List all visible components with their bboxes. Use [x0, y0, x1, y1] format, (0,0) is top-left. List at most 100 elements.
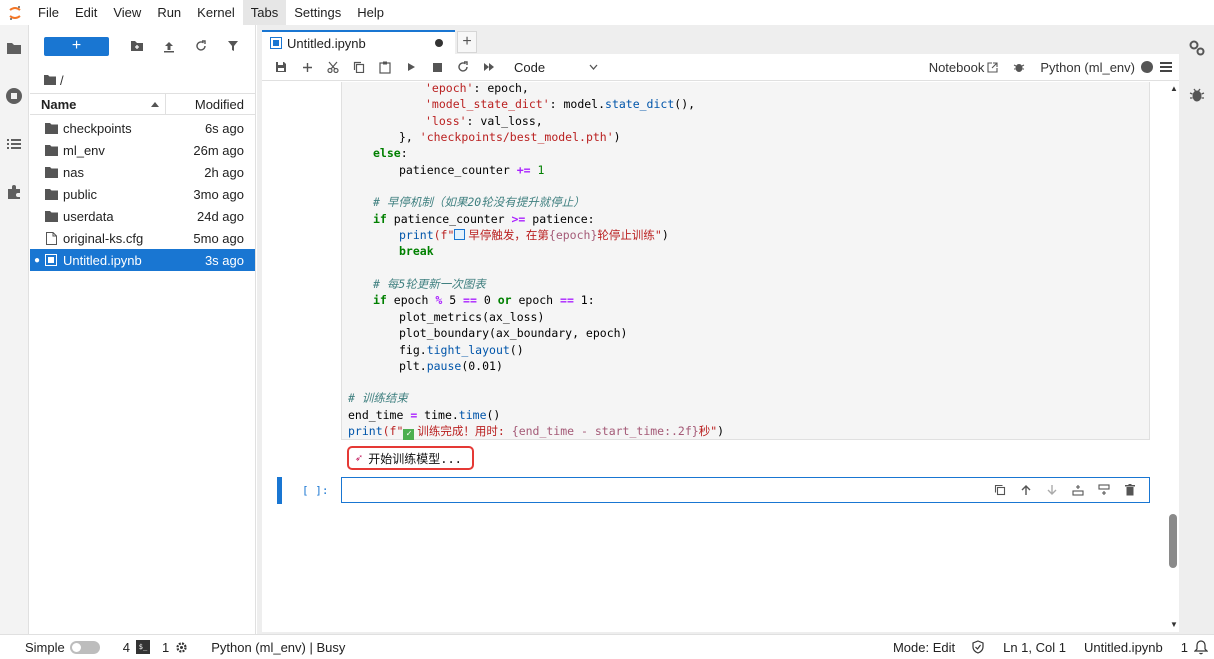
insert-cell-icon[interactable] — [294, 55, 320, 79]
current-file-name: Untitled.ipynb — [1083, 639, 1163, 655]
menu-view[interactable]: View — [105, 0, 149, 25]
folder-icon — [44, 188, 58, 200]
file-row[interactable]: checkpoints 6s ago — [30, 117, 255, 139]
file-modified: 2h ago — [204, 164, 244, 180]
code-comment: # 早停机制（如果20轮没有提升就停止） — [373, 195, 585, 209]
new-launcher-button[interactable]: + — [44, 36, 109, 56]
file-modified: 24d ago — [197, 208, 244, 224]
add-tab-button[interactable]: + — [457, 31, 477, 53]
file-row[interactable]: userdata 24d ago — [30, 205, 255, 227]
notebook-icon — [270, 37, 282, 49]
extensions-icon[interactable] — [4, 182, 24, 202]
file-row[interactable]: ml_env 26m ago — [30, 139, 255, 161]
terminals-count-label: 4 — [122, 639, 130, 655]
menu-help[interactable]: Help — [349, 0, 392, 25]
cut-icon[interactable] — [320, 55, 346, 79]
save-icon[interactable] — [268, 55, 294, 79]
simple-mode-toggle[interactable] — [69, 640, 100, 654]
running-icon[interactable] — [4, 86, 24, 106]
debugger-icon[interactable] — [1006, 55, 1032, 79]
insert-below-icon[interactable] — [1091, 481, 1117, 499]
mode-indicator: Mode: Edit — [892, 639, 956, 655]
kernel-name-button[interactable]: Python (ml_env) — [1040, 60, 1135, 75]
paste-icon[interactable] — [372, 55, 398, 79]
input-prompt: [ ]: — [302, 484, 329, 497]
stop-icon[interactable] — [424, 55, 450, 79]
file-name: nas — [63, 164, 84, 180]
code-line: }, 'checkpoints/best_model.pth') — [399, 130, 621, 144]
menu-file[interactable]: File — [30, 0, 67, 25]
kernel-gear-icon — [176, 641, 187, 653]
menu-settings[interactable]: Settings — [286, 0, 349, 25]
menu-icon[interactable] — [1153, 55, 1179, 79]
breadcrumb-path: / — [60, 72, 64, 88]
debugger-bug-icon[interactable] — [1188, 86, 1206, 104]
property-inspector-gears-icon[interactable] — [1188, 39, 1206, 57]
run-icon[interactable] — [398, 55, 424, 79]
copy-icon[interactable] — [346, 55, 372, 79]
output-text: 开始训练模型... — [368, 451, 462, 466]
kernels-count[interactable]: 1 — [162, 640, 188, 655]
code-line: plot_metrics(ax_loss) — [399, 310, 545, 324]
folder-icon — [44, 75, 56, 85]
file-row[interactable]: original-ks.cfg 5mo ago — [30, 227, 255, 249]
folder-icon — [44, 144, 58, 156]
file-row[interactable]: public 3mo ago — [30, 183, 255, 205]
open-in-notebook-link[interactable]: Notebook — [929, 60, 999, 75]
blue-square-emoji-icon — [454, 229, 466, 240]
file-name: userdata — [63, 208, 114, 224]
terminal-icon: $_ — [135, 640, 150, 654]
code-line: patience_counter += 1 — [399, 163, 545, 177]
upload-icon[interactable] — [153, 36, 185, 56]
folder-icon[interactable] — [4, 38, 24, 58]
bell-icon[interactable] — [1194, 639, 1208, 655]
column-header-name[interactable]: Name — [30, 94, 166, 114]
code-line: plt.pause(0.01) — [399, 359, 503, 373]
move-up-icon[interactable] — [1013, 481, 1039, 499]
filter-icon[interactable] — [217, 36, 249, 56]
folder-icon — [44, 122, 58, 134]
duplicate-cell-icon[interactable] — [987, 481, 1013, 499]
breadcrumb[interactable]: / — [30, 67, 255, 93]
vertical-scrollbar-thumb[interactable] — [1169, 514, 1177, 568]
move-down-icon[interactable] — [1039, 481, 1065, 499]
new-folder-icon[interactable] — [121, 36, 153, 56]
unsaved-dot-icon[interactable] — [430, 34, 448, 52]
menu-tabs[interactable]: Tabs — [242, 0, 287, 25]
menu-kernel[interactable]: Kernel — [189, 0, 243, 25]
fast-forward-icon[interactable] — [476, 55, 502, 79]
green-check-emoji-icon: ✓ — [403, 429, 415, 440]
notebook-link-label: Notebook — [928, 59, 985, 75]
code-cell-editor[interactable]: 'epoch': epoch, 'model_state_dict': mode… — [341, 82, 1150, 440]
code-line: 'loss': val_loss, — [425, 114, 543, 128]
kernel-status[interactable]: Python (ml_env) | Busy — [211, 640, 345, 655]
menu-edit[interactable]: Edit — [67, 0, 105, 25]
file-name: ml_env — [63, 142, 105, 158]
column-name-label: Name — [41, 96, 77, 112]
file-row[interactable]: ● Untitled.ipynb 3s ago — [30, 249, 255, 271]
column-header-modified[interactable]: Modified — [166, 97, 255, 112]
empty-code-cell[interactable] — [341, 477, 1150, 503]
code-line: break — [399, 244, 434, 258]
menu-run[interactable]: Run — [149, 0, 189, 25]
table-of-contents-icon[interactable] — [4, 134, 24, 154]
cell-type-dropdown[interactable]: Code — [514, 56, 598, 78]
file-modified: 6s ago — [204, 120, 244, 136]
main-dock-panel: Untitled.ipynb + Code Notebook Python (m… — [257, 25, 1214, 634]
insert-above-icon[interactable] — [1065, 481, 1091, 499]
cursor-position[interactable]: Ln 1, Col 1 — [1003, 640, 1066, 655]
file-modified: 5mo ago — [193, 230, 244, 246]
restart-icon[interactable] — [450, 55, 476, 79]
file-row[interactable]: nas 2h ago — [30, 161, 255, 183]
tab-untitled-ipynb[interactable]: Untitled.ipynb — [262, 30, 455, 54]
terminals-count[interactable]: 4 $_ — [123, 640, 150, 655]
delete-cell-icon[interactable] — [1117, 481, 1143, 499]
left-activity-bar — [0, 25, 29, 634]
active-cell-marker — [277, 477, 282, 504]
refresh-icon[interactable] — [185, 36, 217, 56]
code-line: end_time = time.time() — [348, 408, 501, 422]
file-modified: 26m ago — [193, 142, 244, 158]
code-line: 'epoch': epoch, — [425, 82, 529, 95]
trusted-shield-icon[interactable] — [971, 640, 985, 654]
code-line: if epoch % 5 == 0 or epoch == 1: — [373, 293, 595, 307]
